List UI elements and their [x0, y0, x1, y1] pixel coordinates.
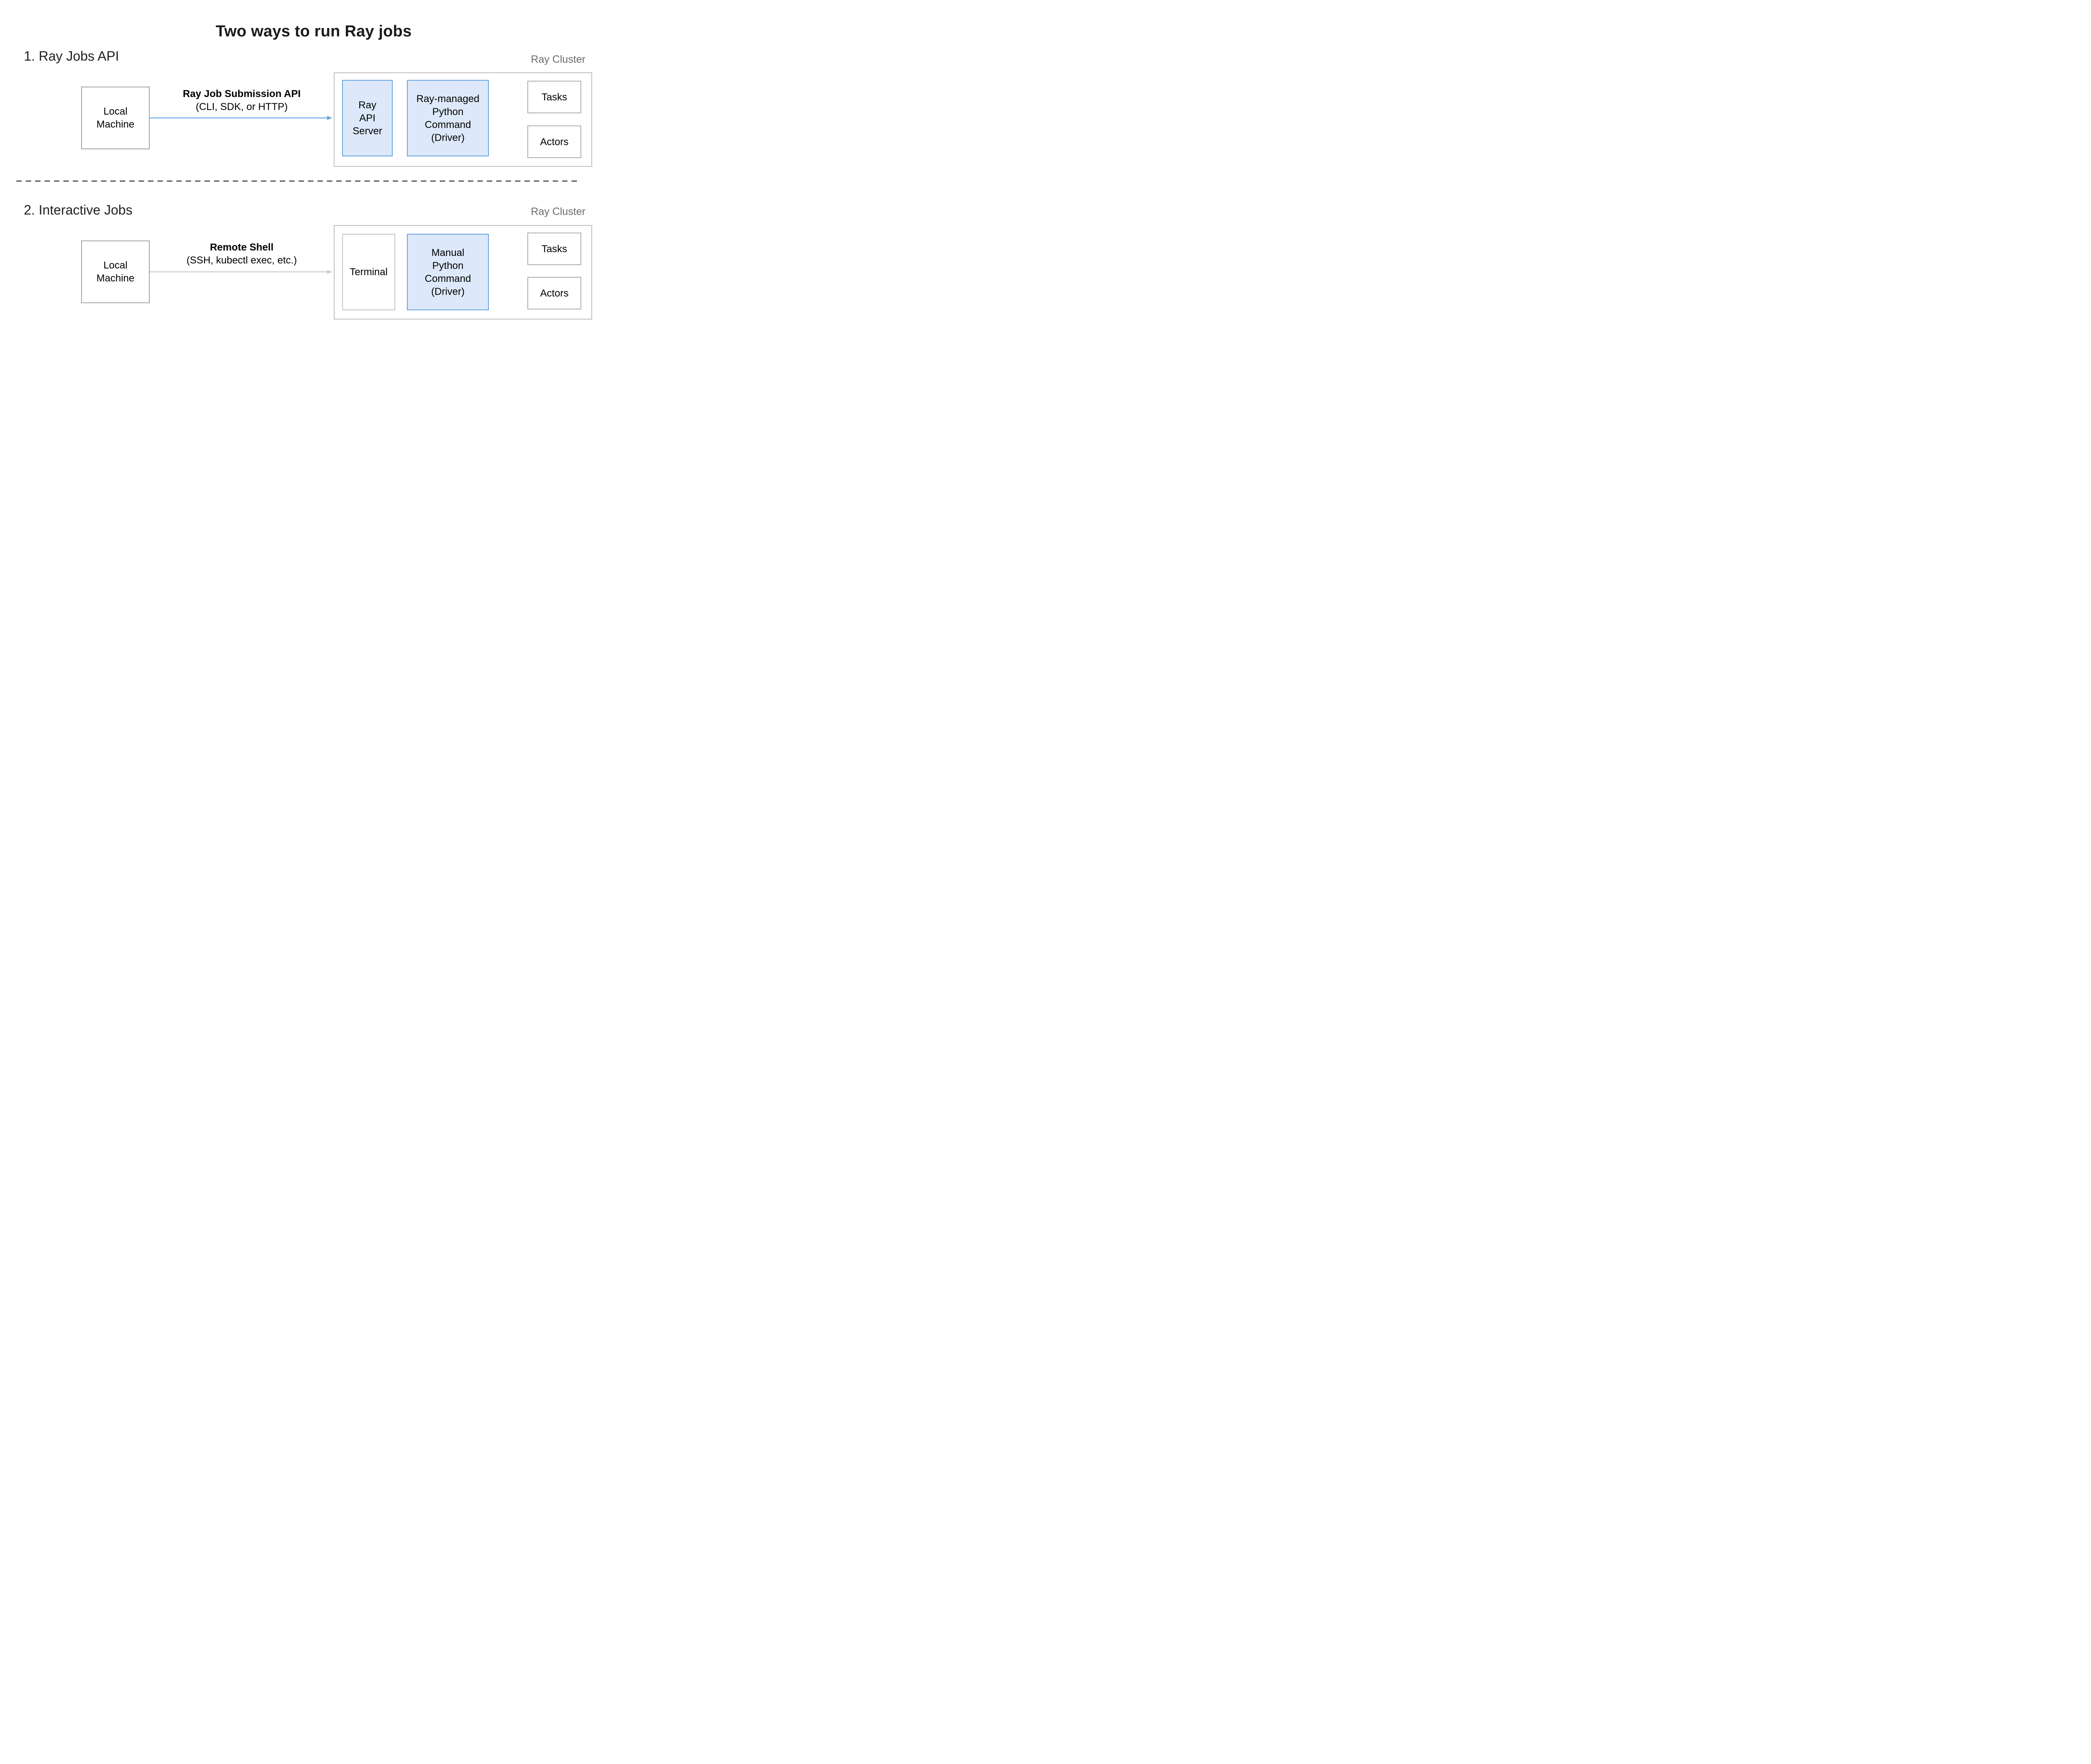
actors-box-2: Actors	[527, 277, 581, 309]
section2-cluster-label: Ray Cluster	[477, 206, 585, 218]
submission-arrow-subtitle: (CLI, SDK, or HTTP)	[154, 100, 330, 113]
remote-shell-arrow-title: Remote Shell	[154, 241, 330, 254]
manual-python-driver-box: Manual Python Command (Driver)	[407, 234, 489, 310]
ray-api-server-box: Ray API Server	[342, 80, 393, 156]
section1-heading: 1. Ray Jobs API	[24, 49, 119, 64]
local-machine-box-1: Local Machine	[81, 87, 150, 149]
remote-shell-arrow-label: Remote Shell (SSH, kubectl exec, etc.)	[154, 241, 330, 267]
tasks-box-1: Tasks	[527, 81, 581, 113]
ray-managed-driver-box: Ray-managed Python Command (Driver)	[407, 80, 489, 156]
actors-box-1: Actors	[527, 125, 581, 158]
submission-arrow-title: Ray Job Submission API	[154, 87, 330, 100]
terminal-box: Terminal	[342, 234, 395, 310]
section1-cluster-label: Ray Cluster	[477, 54, 585, 66]
tasks-box-2: Tasks	[527, 233, 581, 265]
page-title: Two ways to run Ray jobs	[0, 23, 627, 41]
remote-shell-arrow-subtitle: (SSH, kubectl exec, etc.)	[154, 254, 330, 267]
local-machine-box-2: Local Machine	[81, 240, 150, 303]
section2-heading: 2. Interactive Jobs	[24, 202, 133, 218]
diagram-canvas: Two ways to run Ray jobs 1. Ray Jobs API…	[0, 0, 627, 353]
submission-arrow-label: Ray Job Submission API (CLI, SDK, or HTT…	[154, 87, 330, 113]
